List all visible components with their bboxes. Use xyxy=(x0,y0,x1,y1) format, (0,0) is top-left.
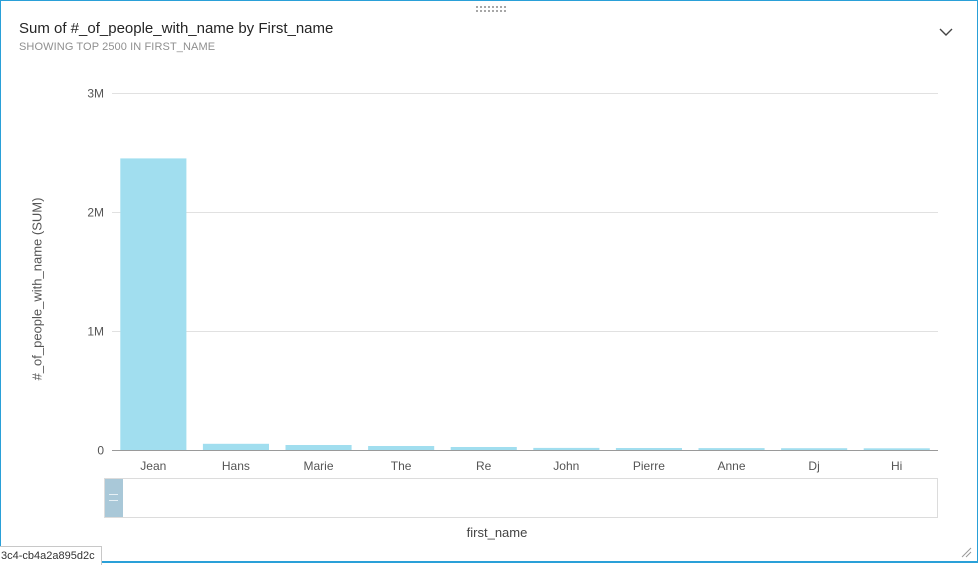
x-tick-label: John xyxy=(553,459,579,473)
resize-grip-icon[interactable] xyxy=(960,546,972,558)
bar-chart: 0 1M 2M 3M Jean Hans Marie The Re John Pierre Anne D… xyxy=(87,87,938,473)
scrollbar-thumb[interactable] xyxy=(105,479,123,517)
x-tick-label: The xyxy=(391,459,412,473)
id-tooltip: 3c4-cb4a2a895d2c xyxy=(0,546,102,565)
bar-pierre xyxy=(615,448,682,450)
bar-hi xyxy=(863,448,930,450)
bar-john xyxy=(533,447,600,450)
y-tick-label: 0 xyxy=(97,444,104,458)
x-tick-label: Anne xyxy=(717,459,745,473)
x-tick-label: Marie xyxy=(303,459,333,473)
bar-dj xyxy=(781,448,848,450)
x-tick-label: Dj xyxy=(808,459,819,473)
x-tick-label: Hi xyxy=(891,459,902,473)
x-axis-title: first_name xyxy=(466,525,528,540)
bar-re xyxy=(450,447,517,450)
y-tick-label: 1M xyxy=(87,325,104,339)
x-tick-label: Hans xyxy=(222,459,250,473)
y-tick-label: 3M xyxy=(87,87,104,101)
y-axis-title: #_of_people_with_name (SUM) xyxy=(29,197,45,381)
x-tick-label: Re xyxy=(476,459,492,473)
x-tick-label: Pierre xyxy=(633,459,665,473)
bar-marie xyxy=(285,445,352,450)
chart-scrollbar[interactable] xyxy=(104,478,938,518)
bar-anne xyxy=(698,448,765,450)
x-tick-label: Jean xyxy=(140,459,166,473)
bar-the xyxy=(368,446,435,450)
bar-hans xyxy=(202,443,269,450)
y-tick-label: 2M xyxy=(87,206,104,220)
bar-jean xyxy=(120,158,187,450)
